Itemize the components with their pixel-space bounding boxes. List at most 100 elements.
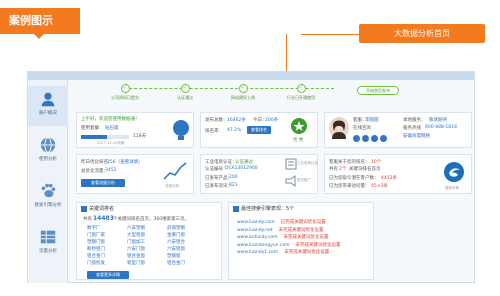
package-value: 钻石版 <box>105 126 119 131</box>
keyword-item[interactable]: 铝合金窗 <box>127 253 145 260</box>
case-badge: 案例图示 <box>0 8 80 39</box>
keyword-item[interactable]: 门窗加工 <box>127 239 145 246</box>
sidebar-item-usage[interactable]: 使用分析 <box>28 132 68 172</box>
package-label: 使用套餐： <box>81 126 104 131</box>
yesterday-value[interactable]: 156（查看详情） <box>107 159 143 165</box>
hotline-number: 400-888-1818 <box>425 125 457 130</box>
sidebar-item-traffic[interactable]: 流量分析 <box>28 224 68 264</box>
keyword-item[interactable]: 数字厂 <box>87 225 105 232</box>
domain-status: 已完成关键词优化设置 <box>280 220 326 225</box>
keywords-summary-pre: 共有 <box>83 217 92 222</box>
keyword-item[interactable]: 六安塑钢 <box>127 225 145 232</box>
usage-bar-fill <box>81 135 108 139</box>
keyword-item[interactable]: 铝合金门 <box>167 260 185 267</box>
advisor-name: 李圆圆 <box>365 118 379 123</box>
business-card: 工业电商认证： 认证通过 认证编号： DCA13012900 已发布产品： 20… <box>200 154 318 194</box>
step-item: ✓ 网站建好上线 <box>218 84 268 101</box>
more-details-button[interactable]: 查看更多详情 <box>87 271 129 279</box>
keyword-item[interactable]: 大型铝窗 <box>127 232 145 239</box>
chat-icon[interactable] <box>371 135 378 142</box>
traffic-analysis-button[interactable]: 查看流量分析 <box>81 179 125 187</box>
rank-label: 优 秀 <box>293 138 304 143</box>
sidebar-item-label: 使用分析 <box>39 157 57 162</box>
chart-caption: 流量分析 <box>165 184 179 188</box>
total-value: 3452 <box>105 168 117 173</box>
step-item: ✓ 公司资料已提交 <box>100 84 150 101</box>
check-icon: ✓ <box>238 84 248 93</box>
domain-row: www.anhuidy.com 未完成关键词优化设置 <box>237 234 371 242</box>
keyword-item[interactable]: 六安铝合 <box>167 239 185 246</box>
sidebar-item-search[interactable]: 搜索引擎分析 <box>28 178 68 218</box>
keyword-item[interactable]: 舒城塑钢 <box>167 225 185 232</box>
phone-icon[interactable] <box>353 135 360 142</box>
keywords-summary-post: 个关键词排名首页，360搜索第三页。 <box>113 217 190 222</box>
step-item: ✓ 行业已开通使用 <box>276 84 326 101</box>
view-rank-button[interactable]: 查看排名 <box>247 126 271 134</box>
keyword-item[interactable]: 新型门窗 <box>127 260 145 267</box>
keywords-card: 关键词排名 共有 14483 个关键词排名首页，360搜索第三页。 数字厂 门窗厂… <box>76 202 222 280</box>
sidebar-item-label: 搜索引擎分析 <box>34 203 62 208</box>
keyword-list: 数字厂 门窗厂家 塑钢门窗 断桥铝门 铝合金门 门窗批发 六安塑钢 大型铝窗 门窗加工 六安门窗… <box>87 225 207 269</box>
domain-link[interactable]: www.luandy1.com <box>237 250 278 255</box>
promo-line2-tail: 关键词排名首页 <box>349 167 381 172</box>
search-engine-logo-icon <box>444 162 464 182</box>
rate-label: 排名率： <box>205 129 223 134</box>
keyword-item[interactable]: 铝合金门 <box>87 253 105 260</box>
user-icon <box>41 92 55 107</box>
promo-line3-value: 4452条 <box>381 176 397 181</box>
keywords-summary-num: 14483 <box>93 215 114 222</box>
advisor-card: 客服： 李圆圆 在线咨询 本地服务： 敬请期待 服务热线 400-888-181… <box>324 112 472 148</box>
stats-card: 发布总数： 16462条 今日： 200条 排名率： 47.2% 查看排名 优 … <box>200 112 318 148</box>
domain-link[interactable]: www.anhuidy.com <box>237 235 278 240</box>
step-label: 行业已开通使用 <box>287 95 315 100</box>
keyword-item[interactable]: 断桥铝门 <box>87 246 105 253</box>
total-label: 总优化流量： <box>81 169 108 174</box>
domain-row: www.luandy.net 未完成关键词优化设置 <box>237 227 371 235</box>
keyword-item[interactable]: 六安铝窗 <box>167 246 185 253</box>
domains-title: 最佳搜索引擎表现：5个 <box>241 206 295 212</box>
account-card: 上午好，欢迎您使用数据通！ 使用套餐： 钻石版 118天 2017-11-15到… <box>76 112 194 148</box>
support-label: 本地服务： <box>403 118 426 123</box>
traffic-card: 昨日优化排名： 156（查看详情） 总优化流量： 3452 查看流量分析 流量分… <box>76 154 194 194</box>
keyword-item[interactable]: 塑钢窗 <box>167 253 185 260</box>
sidebar-item-account[interactable]: 账户概况 <box>28 86 68 126</box>
promo-line2-label: 共有 <box>329 167 338 172</box>
promo-card: 客服关于您的排名： 10个 共有 2个 关键词排名首页 已为您吸引潜在客户数： … <box>324 154 472 194</box>
check-icon: ✓ <box>180 84 190 93</box>
globe-icon <box>40 137 56 153</box>
expiry-text: 2017-11-15到期 <box>97 141 125 145</box>
publish-step-button[interactable]: 开始首页发布 <box>357 86 399 95</box>
keyword-item[interactable]: 门窗厂家 <box>87 232 105 239</box>
domain-link[interactable]: www.luandy.net <box>237 228 272 233</box>
advisor-online[interactable]: 在线咨询 <box>353 125 371 131</box>
keyword-item[interactable]: 门窗批发 <box>87 260 105 267</box>
step-label: 网站建好上线 <box>231 95 255 100</box>
rate-value: 47.2% <box>227 128 242 133</box>
promo-line1-value: 10个 <box>371 160 382 165</box>
sidebar-item-label: 账户概况 <box>39 111 57 116</box>
mail-icon[interactable] <box>380 135 387 142</box>
products-label: 已发布产品： <box>205 176 232 181</box>
step-label: 公司资料已提交 <box>111 95 139 100</box>
paw-icon <box>41 183 56 198</box>
qq-icon[interactable] <box>362 135 369 142</box>
domain-link[interactable]: www.luandongyun.com <box>237 243 290 248</box>
posts-label: 发布总数： <box>205 118 228 123</box>
step-item: ✓ 认证通过 <box>160 84 210 101</box>
avatar <box>329 117 349 139</box>
domain-link[interactable]: www.luandy.com <box>237 220 275 225</box>
keyword-item[interactable]: 塑钢门窗 <box>87 239 105 246</box>
domain-status: 未完成关键词优化设置 <box>278 227 324 233</box>
promo-line4-value: 45×3条 <box>371 184 388 189</box>
top-bar <box>28 72 474 80</box>
keyword-column: 数字厂 门窗厂家 塑钢门窗 断桥铝门 铝合金门 门窗批发 <box>87 225 105 267</box>
domain-status: 未完成关键词优化设置 <box>283 235 329 240</box>
page: 案例图示 大数据分析首页 账户概况 使用分析 搜索引擎分析 流量分析 ✓ 公司资… <box>0 0 500 296</box>
key-icon <box>81 206 87 212</box>
keyword-item[interactable]: 六安门窗 <box>127 246 145 253</box>
keyword-column: 舒城塑钢 金寨门窗 六安铝合 六安铝窗 塑钢窗 铝合金门 <box>167 225 185 267</box>
keyword-item[interactable]: 金寨门窗 <box>167 232 185 239</box>
days-remaining: 118天 <box>133 134 147 139</box>
promote-icon-label: 发布推广 <box>297 178 311 182</box>
cert-value: DCA13012900 <box>225 166 258 171</box>
